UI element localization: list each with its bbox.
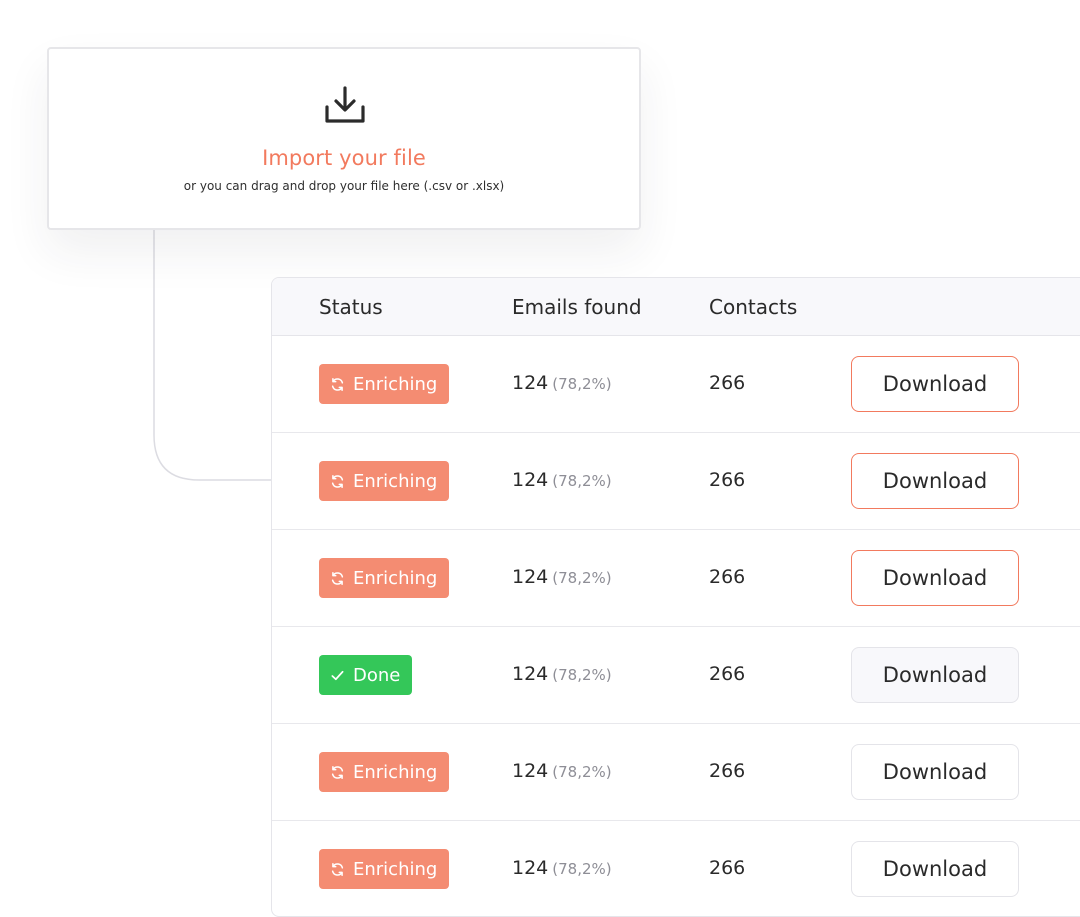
refresh-icon xyxy=(330,474,345,489)
check-icon xyxy=(330,668,345,683)
table-row: Enriching 124 (78,2%) 266 Download xyxy=(272,724,1080,821)
refresh-icon xyxy=(330,377,345,392)
table-row: Enriching 124 (78,2%) 266 Download xyxy=(272,821,1080,916)
emails-count: 124 xyxy=(512,469,549,491)
import-dropzone[interactable]: Import your file or you can drag and dro… xyxy=(47,47,641,230)
refresh-icon xyxy=(330,862,345,877)
status-label: Enriching xyxy=(353,567,438,589)
refresh-icon xyxy=(330,765,345,780)
download-button[interactable]: Download xyxy=(851,453,1019,509)
emails-count: 124 xyxy=(512,760,549,782)
table-row: Enriching 124 (78,2%) 266 Download xyxy=(272,530,1080,627)
emails-percentage: (78,2%) xyxy=(552,666,612,684)
table-row: Enriching 124 (78,2%) 266 Download xyxy=(272,336,1080,433)
emails-count: 124 xyxy=(512,857,549,879)
import-title[interactable]: Import your file xyxy=(49,146,639,170)
emails-found-cell: 124 (78,2%) xyxy=(512,760,612,782)
status-badge: Enriching xyxy=(319,849,450,889)
contacts-count: 266 xyxy=(709,469,746,491)
table-header: Status Emails found Contacts xyxy=(272,278,1080,336)
emails-count: 124 xyxy=(512,663,549,685)
download-button[interactable]: Download xyxy=(851,550,1019,606)
import-subtitle: or you can drag and drop your file here … xyxy=(183,179,505,193)
emails-found-cell: 124 (78,2%) xyxy=(512,469,612,491)
contacts-count: 266 xyxy=(709,566,746,588)
download-button[interactable]: Download xyxy=(851,356,1019,412)
emails-found-cell: 124 (78,2%) xyxy=(512,857,612,879)
emails-percentage: (78,2%) xyxy=(552,472,612,490)
emails-percentage: (78,2%) xyxy=(552,375,612,393)
contacts-count: 266 xyxy=(709,760,746,782)
status-badge: Done xyxy=(319,655,413,695)
download-button[interactable]: Download xyxy=(851,647,1019,703)
emails-count: 124 xyxy=(512,566,549,588)
download-tray-icon xyxy=(325,86,365,123)
download-button[interactable]: Download xyxy=(851,744,1019,800)
contacts-count: 266 xyxy=(709,663,746,685)
emails-found-cell: 124 (78,2%) xyxy=(512,663,612,685)
table-body: Enriching 124 (78,2%) 266 Download Enrich… xyxy=(272,336,1080,916)
header-status: Status xyxy=(319,295,383,319)
status-label: Enriching xyxy=(353,373,438,395)
status-badge: Enriching xyxy=(319,558,450,598)
results-table: Status Emails found Contacts Enriching 1… xyxy=(271,277,1080,917)
status-badge: Enriching xyxy=(319,364,450,404)
status-badge: Enriching xyxy=(319,461,450,501)
emails-percentage: (78,2%) xyxy=(552,569,612,587)
table-row: Done 124 (78,2%) 266 Download xyxy=(272,627,1080,724)
contacts-count: 266 xyxy=(709,372,746,394)
status-label: Enriching xyxy=(353,858,438,880)
refresh-icon xyxy=(330,571,345,586)
header-emails-found: Emails found xyxy=(512,295,642,319)
header-contacts: Contacts xyxy=(709,295,798,319)
table-row: Enriching 124 (78,2%) 266 Download xyxy=(272,433,1080,530)
emails-count: 124 xyxy=(512,372,549,394)
status-label: Enriching xyxy=(353,761,438,783)
emails-found-cell: 124 (78,2%) xyxy=(512,566,612,588)
status-label: Done xyxy=(353,664,401,686)
status-badge: Enriching xyxy=(319,752,450,792)
contacts-count: 266 xyxy=(709,857,746,879)
status-label: Enriching xyxy=(353,470,438,492)
emails-percentage: (78,2%) xyxy=(552,763,612,781)
emails-percentage: (78,2%) xyxy=(552,860,612,878)
emails-found-cell: 124 (78,2%) xyxy=(512,372,612,394)
